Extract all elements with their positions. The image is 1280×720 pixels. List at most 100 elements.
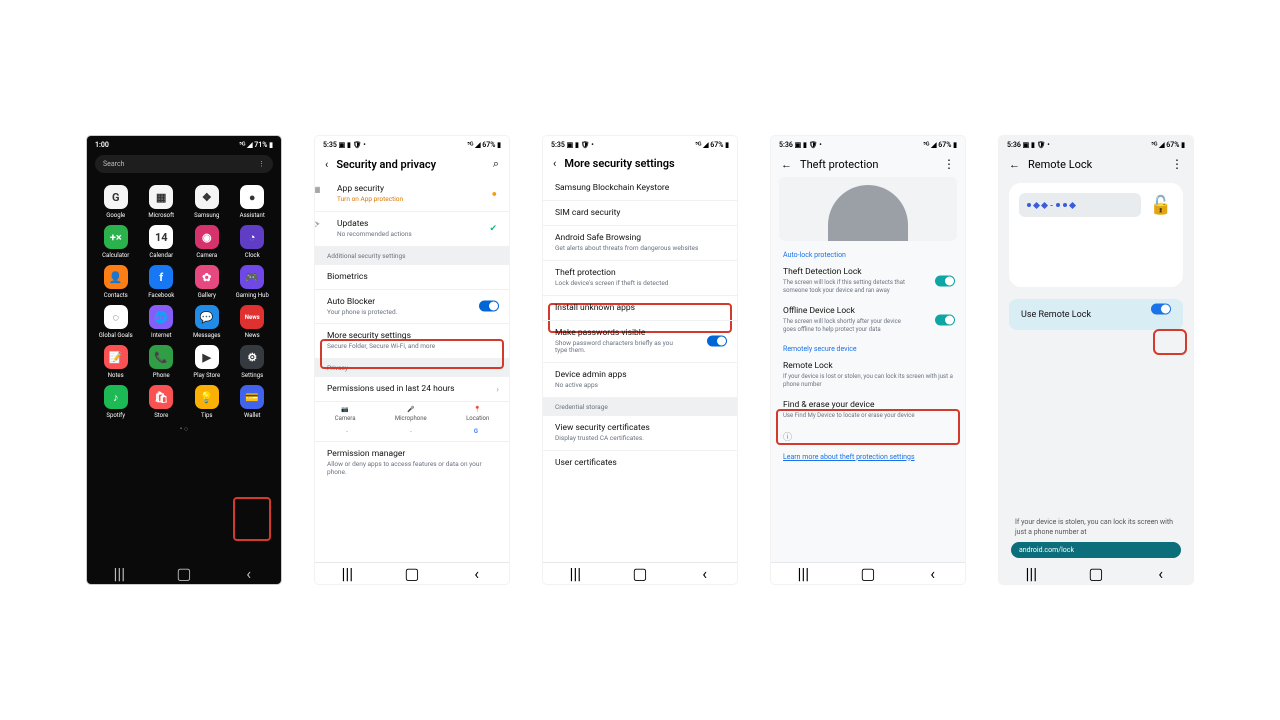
- toggle-offline-lock[interactable]: [935, 314, 955, 325]
- status-bar: 5:36 ▣ ▮ 🛡 • ⁵ᴳ ◢ 67% ▮: [999, 136, 1193, 151]
- toggle-auto-blocker[interactable]: [479, 301, 499, 312]
- row-keystore[interactable]: Samsung Blockchain Keystore: [543, 176, 737, 201]
- nav-bar: ||| ▢ ‹: [315, 562, 509, 584]
- app-gallery[interactable]: ✿Gallery: [184, 265, 230, 299]
- url-chip[interactable]: android.com/lock: [1011, 542, 1181, 558]
- more-icon[interactable]: ⋮: [258, 160, 265, 168]
- row-use-remote-lock[interactable]: Use Remote Lock: [1009, 299, 1183, 330]
- toggle-use-remote-lock[interactable]: [1151, 304, 1171, 315]
- row-auto-blocker[interactable]: Auto Blocker Your phone is protected.: [315, 290, 509, 325]
- row-more-security[interactable]: More security settings Secure Folder, Se…: [315, 324, 509, 359]
- home-button[interactable]: ▢: [1089, 566, 1103, 580]
- toggle-theft-detection[interactable]: [935, 275, 955, 286]
- row-perms-24h[interactable]: Permissions used in last 24 hours ›: [315, 377, 509, 402]
- nav-bar: ||| ▢ ‹: [999, 562, 1193, 584]
- app-calculator[interactable]: +×Calculator: [93, 225, 139, 259]
- app-wallet[interactable]: 💳Wallet: [230, 385, 276, 419]
- microphone-icon: 🎤: [407, 406, 414, 413]
- back-icon[interactable]: ←: [781, 158, 792, 171]
- learn-more-link[interactable]: Learn more about theft protection settin…: [771, 447, 965, 467]
- recents-button[interactable]: |||: [796, 567, 810, 581]
- section-privacy: Privacy: [315, 359, 509, 377]
- status-icons: ⁵ᴳ ◢ 67% ▮: [467, 141, 501, 149]
- label: Use Remote Lock: [1021, 310, 1091, 320]
- recents-button[interactable]: |||: [340, 567, 354, 581]
- row-sim[interactable]: SIM card security: [543, 201, 737, 226]
- row-install-unknown[interactable]: Install unknown apps: [543, 296, 737, 321]
- page-title: Security and privacy: [336, 158, 436, 171]
- row-admin-apps[interactable]: Device admin apps No active apps: [543, 363, 737, 398]
- row-theft-protection[interactable]: Theft protection Lock device's screen if…: [543, 261, 737, 296]
- hero-card: - 🔓: [1009, 183, 1183, 287]
- back-button[interactable]: ‹: [1154, 566, 1168, 580]
- back-icon[interactable]: ‹: [553, 157, 556, 170]
- app-clock[interactable]: ◔Clock: [230, 225, 276, 259]
- back-button[interactable]: ‹: [242, 566, 256, 580]
- toggle-password-visible[interactable]: [707, 336, 727, 347]
- app-calendar[interactable]: 14Calendar: [139, 225, 185, 259]
- app-messages[interactable]: 💬Messages: [184, 305, 230, 339]
- more-icon[interactable]: ⋮: [943, 157, 955, 171]
- permission-values: --G: [315, 426, 509, 442]
- row-view-certificates[interactable]: View security certificates Display trust…: [543, 416, 737, 451]
- search-placeholder: Search: [103, 160, 125, 168]
- row-find-erase[interactable]: Find & erase your device Use Find My Dev…: [771, 394, 965, 426]
- app-camera[interactable]: ◉Camera: [184, 225, 230, 259]
- recents-button[interactable]: |||: [112, 566, 126, 580]
- home-button[interactable]: ▢: [405, 567, 419, 581]
- recents-button[interactable]: |||: [568, 567, 582, 581]
- mock-illustration: - 🔓: [1019, 193, 1173, 217]
- app-gaming-hub[interactable]: 🎮Gaming Hub: [230, 265, 276, 299]
- app-internet[interactable]: 🌐Internet: [139, 305, 185, 339]
- recents-button[interactable]: |||: [1024, 566, 1038, 580]
- info-icon[interactable]: ⓘ: [771, 426, 965, 447]
- row-biometrics[interactable]: Biometrics: [315, 265, 509, 290]
- back-icon[interactable]: ←: [1009, 158, 1020, 171]
- app-spotify[interactable]: ♪Spotify: [93, 385, 139, 419]
- app-global-goals[interactable]: ◌Global Goals: [93, 305, 139, 339]
- search-input[interactable]: Search ⋮: [95, 155, 273, 173]
- clock: 5:35 ▣ ▮ 🛡 •: [323, 141, 366, 149]
- row-safe-browsing[interactable]: Android Safe Browsing Get alerts about t…: [543, 226, 737, 261]
- home-button[interactable]: ▢: [633, 567, 647, 581]
- row-theft-detection-lock[interactable]: Theft Detection Lock The screen will loc…: [771, 261, 965, 300]
- page-title: More security settings: [564, 157, 674, 170]
- row-updates[interactable]: ⟳ Updates No recommended actions ✔: [315, 212, 509, 247]
- back-button[interactable]: ‹: [926, 567, 940, 581]
- row-remote-lock[interactable]: Remote Lock If your device is lost or st…: [771, 355, 965, 394]
- more-icon[interactable]: ⋮: [1171, 157, 1183, 171]
- app-contacts[interactable]: 👤Contacts: [93, 265, 139, 299]
- app-play-store[interactable]: ▶Play Store: [184, 345, 230, 379]
- row-permission-manager[interactable]: Permission manager Allow or deny apps to…: [315, 442, 509, 484]
- row-offline-lock[interactable]: Offline Device Lock The screen will lock…: [771, 300, 965, 339]
- subhead-autolock: Auto-lock protection: [771, 245, 965, 261]
- subhead-remote: Remotely secure device: [771, 339, 965, 355]
- home-button[interactable]: ▢: [177, 566, 191, 580]
- app-microsoft[interactable]: ▦Microsoft: [139, 185, 185, 219]
- home-button[interactable]: ▢: [861, 567, 875, 581]
- app-google[interactable]: GGoogle: [93, 185, 139, 219]
- row-user-certificates[interactable]: User certificates: [543, 451, 737, 475]
- app-assistant[interactable]: ●Assistant: [230, 185, 276, 219]
- search-icon[interactable]: ⌕: [493, 157, 499, 171]
- back-icon[interactable]: ‹: [325, 158, 328, 171]
- status-bar: 5:36 ▣ ▮ 🛡 • ⁵ᴳ ◢ 67% ▮: [771, 136, 965, 151]
- row-app-security[interactable]: ▦ App security Turn on App protection ●: [315, 177, 509, 212]
- page-title: Theft protection: [800, 158, 879, 171]
- app-tips[interactable]: 💡Tips: [184, 385, 230, 419]
- app-grid: GGoogle▦Microsoft❖Samsung●Assistant +×Cal…: [87, 177, 281, 423]
- back-button[interactable]: ‹: [698, 567, 712, 581]
- app-samsung[interactable]: ❖Samsung: [184, 185, 230, 219]
- screenshot-remote-lock: 5:36 ▣ ▮ 🛡 • ⁵ᴳ ◢ 67% ▮ ← Remote Lock ⋮ …: [999, 136, 1193, 584]
- app-facebook[interactable]: fFacebook: [139, 265, 185, 299]
- app-store[interactable]: 🛍Store: [139, 385, 185, 419]
- app-phone[interactable]: 📞Phone: [139, 345, 185, 379]
- sublabel: No recommended actions: [337, 231, 497, 239]
- permission-summary: 📷Camera 🎤Microphone 📍Location: [315, 402, 509, 426]
- header: ← Remote Lock ⋮: [999, 151, 1193, 177]
- back-button[interactable]: ‹: [470, 567, 484, 581]
- app-settings[interactable]: ⚙Settings: [230, 345, 276, 379]
- app-notes[interactable]: 📝Notes: [93, 345, 139, 379]
- app-news[interactable]: NewsNews: [230, 305, 276, 339]
- row-password-visible[interactable]: Make passwords visible Show password cha…: [543, 321, 737, 364]
